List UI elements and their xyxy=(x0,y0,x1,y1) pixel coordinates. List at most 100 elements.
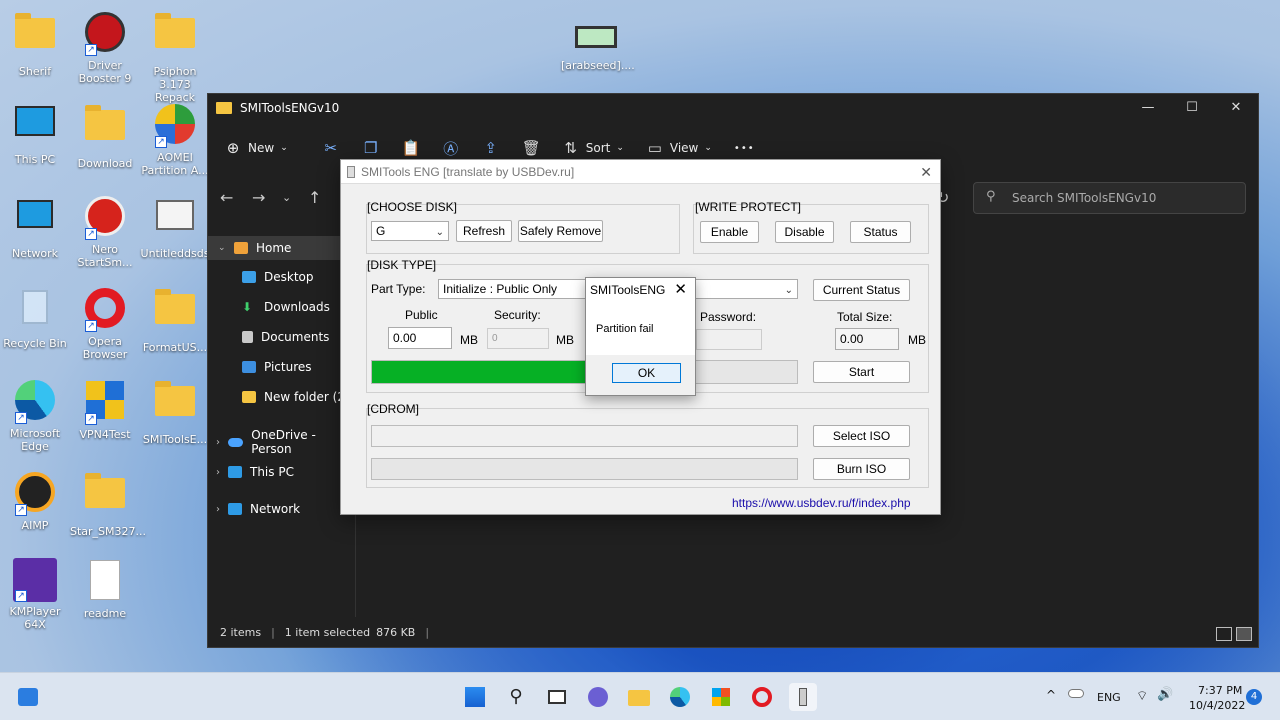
desktop-icon-untitleddsds[interactable]: Untitleddsds xyxy=(140,194,210,260)
dialog-title: SMIToolsENG xyxy=(590,283,666,297)
smitools-title: SMITools ENG [translate by USBDev.ru] xyxy=(361,165,575,179)
desktop-icon-recycle-bin[interactable]: Recycle Bin xyxy=(0,286,70,350)
current-status-button[interactable]: Current Status xyxy=(813,279,910,301)
desktop-icon-aimp[interactable]: ↗ AIMP xyxy=(0,470,70,532)
refresh-button[interactable]: Refresh xyxy=(456,220,512,242)
desktop-icon-sherif[interactable]: Sherif xyxy=(0,10,70,78)
more-options-button[interactable]: ••• xyxy=(734,143,755,154)
close-icon[interactable]: ✕ xyxy=(674,278,687,302)
view-label: View xyxy=(669,141,699,155)
clock-time[interactable]: 7:37 PM xyxy=(1198,684,1242,697)
view-icon: ▭ xyxy=(647,139,662,157)
sidebar-item-downloads[interactable]: ⬇ Downloads xyxy=(242,300,330,314)
smitools-titlebar[interactable]: SMITools ENG [translate by USBDev.ru] ✕ xyxy=(341,160,940,184)
clock-date[interactable]: 10/4/2022 xyxy=(1189,699,1245,712)
edge-icon[interactable] xyxy=(666,683,694,711)
desktop-icon-psiphon[interactable]: Psiphon 3.173 Repack xyxy=(140,10,210,104)
sidebar-item-pictures[interactable]: Pictures xyxy=(242,360,312,374)
desktop-icon-kmplayer[interactable]: ↗ KMPlayer 64X xyxy=(0,558,70,631)
sidebar-item-this-pc[interactable]: › This PC xyxy=(216,465,294,479)
sidebar-item-desktop[interactable]: Desktop xyxy=(242,270,314,284)
paste-icon[interactable]: 📋 xyxy=(402,139,421,157)
store-icon[interactable] xyxy=(707,683,735,711)
desktop-icon-arabseed[interactable]: [arabseed].... xyxy=(561,22,635,72)
chat-icon[interactable] xyxy=(584,683,612,711)
onedrive-cloud-icon[interactable] xyxy=(1068,689,1084,698)
ok-button[interactable]: OK xyxy=(612,363,681,383)
sidebar-item-documents[interactable]: Documents xyxy=(242,330,329,344)
desktop-icon-vpn4test[interactable]: ↗ VPN4Test xyxy=(70,378,140,441)
opera-icon[interactable] xyxy=(748,683,776,711)
explorer-titlebar[interactable]: SMIToolsENGv10 xyxy=(208,94,1258,122)
disk-select[interactable]: G ⌄ xyxy=(371,221,449,241)
sort-button[interactable]: ⇅ Sort ⌄ xyxy=(562,139,623,157)
back-arrow-icon[interactable]: ← xyxy=(220,188,233,207)
message-dialog: SMIToolsENG ✕ Partition fail OK xyxy=(585,277,696,396)
sidebar-item-onedrive[interactable]: › OneDrive - Person xyxy=(216,428,355,456)
desktop-icon-network[interactable]: Network xyxy=(0,194,70,260)
notification-badge[interactable]: 4 xyxy=(1246,689,1262,705)
start-icon[interactable] xyxy=(461,683,489,711)
desktop-icon-driver-booster[interactable]: ↗ Driver Booster 9 xyxy=(70,10,140,85)
close-icon[interactable]: ✕ xyxy=(920,160,932,184)
status-button[interactable]: Status xyxy=(850,221,911,243)
sidebar-item-new-folder[interactable]: New folder (2) xyxy=(242,390,350,404)
task-view-icon[interactable] xyxy=(543,683,571,711)
desktop-icon-star-sm327[interactable]: Star_SM327... xyxy=(70,470,146,538)
desktop-icon-opera[interactable]: ↗ Opera Browser xyxy=(70,286,140,361)
forward-arrow-icon[interactable]: → xyxy=(252,188,265,207)
share-icon[interactable]: ⇪ xyxy=(482,139,500,157)
minimize-button[interactable]: — xyxy=(1126,94,1170,122)
recent-chevron-icon[interactable]: ⌄ xyxy=(282,191,291,204)
vpn-icon: ↗ xyxy=(83,381,127,425)
view-button[interactable]: ▭ View ⌄ xyxy=(646,139,712,157)
dialog-titlebar[interactable]: SMIToolsENG ✕ xyxy=(586,278,695,302)
safely-remove-button[interactable]: Safely Remove xyxy=(518,220,603,242)
new-button[interactable]: ⊕ New ⌄ xyxy=(224,139,288,157)
rename-icon[interactable]: Ⓐ xyxy=(442,138,460,159)
enable-button[interactable]: Enable xyxy=(700,221,759,243)
password-label: Password: xyxy=(700,310,757,324)
widgets-icon[interactable] xyxy=(14,683,42,711)
opera-icon: ↗ xyxy=(83,288,127,332)
security-size-input[interactable]: 0 xyxy=(487,328,549,349)
select-iso-button[interactable]: Select ISO xyxy=(813,425,910,447)
cloud-icon xyxy=(228,437,244,447)
usbdev-link[interactable]: https://www.usbdev.ru/f/index.php xyxy=(732,496,911,510)
maximize-button[interactable]: ☐ xyxy=(1170,94,1214,122)
desktop-icon-smitools[interactable]: SMIToolsE... xyxy=(140,378,210,446)
desktop-icon-edge[interactable]: ↗ Microsoft Edge xyxy=(0,378,70,453)
wifi-icon[interactable]: ⌔ xyxy=(1136,688,1148,704)
copy-icon[interactable]: ❐ xyxy=(362,139,380,157)
desktop-icon-nero[interactable]: ↗ Nero StartSm... xyxy=(70,194,140,269)
sidebar-item-home[interactable]: ⌄ Home xyxy=(208,236,355,260)
smitools-taskbar-icon[interactable] xyxy=(789,683,817,711)
desktop-icon-label: [arabseed].... xyxy=(561,59,635,72)
details-view-icon[interactable] xyxy=(1216,627,1232,641)
language-indicator[interactable]: ENG xyxy=(1097,691,1121,704)
chevron-up-icon[interactable]: ^ xyxy=(1046,688,1056,702)
disable-button[interactable]: Disable xyxy=(775,221,834,243)
chevron-down-icon: ⌄ xyxy=(784,285,793,296)
close-button[interactable]: ✕ xyxy=(1214,94,1258,122)
desktop-icon-formatus[interactable]: FormatUS... xyxy=(140,286,210,354)
search-input[interactable]: ⚲ Search SMIToolsENGv10 xyxy=(973,182,1246,214)
search-icon[interactable]: ⚲ xyxy=(502,683,530,711)
progress-fill xyxy=(372,361,589,383)
desktop-icon-download[interactable]: Download xyxy=(70,102,140,170)
desktop-icon-readme[interactable]: readme xyxy=(70,558,140,620)
password-input[interactable] xyxy=(696,329,762,350)
computer-icon xyxy=(228,466,242,478)
desktop-icon-aomei[interactable]: ↗ AOMEI Partition A... xyxy=(140,102,210,177)
volume-icon[interactable]: 🔊 xyxy=(1157,687,1173,702)
sidebar-item-network[interactable]: › Network xyxy=(216,502,300,516)
file-explorer-icon[interactable] xyxy=(625,683,653,711)
up-arrow-icon[interactable]: ↑ xyxy=(308,188,321,207)
large-icons-view-icon[interactable] xyxy=(1236,627,1252,641)
desktop-icon-this-pc[interactable]: This PC xyxy=(0,102,70,166)
cut-icon[interactable]: ✂ xyxy=(322,139,340,157)
burn-iso-button[interactable]: Burn ISO xyxy=(813,458,910,480)
delete-icon[interactable]: 🗑 xyxy=(522,139,541,157)
public-size-input[interactable]: 0.00 xyxy=(388,327,452,349)
start-button[interactable]: Start xyxy=(813,361,910,383)
